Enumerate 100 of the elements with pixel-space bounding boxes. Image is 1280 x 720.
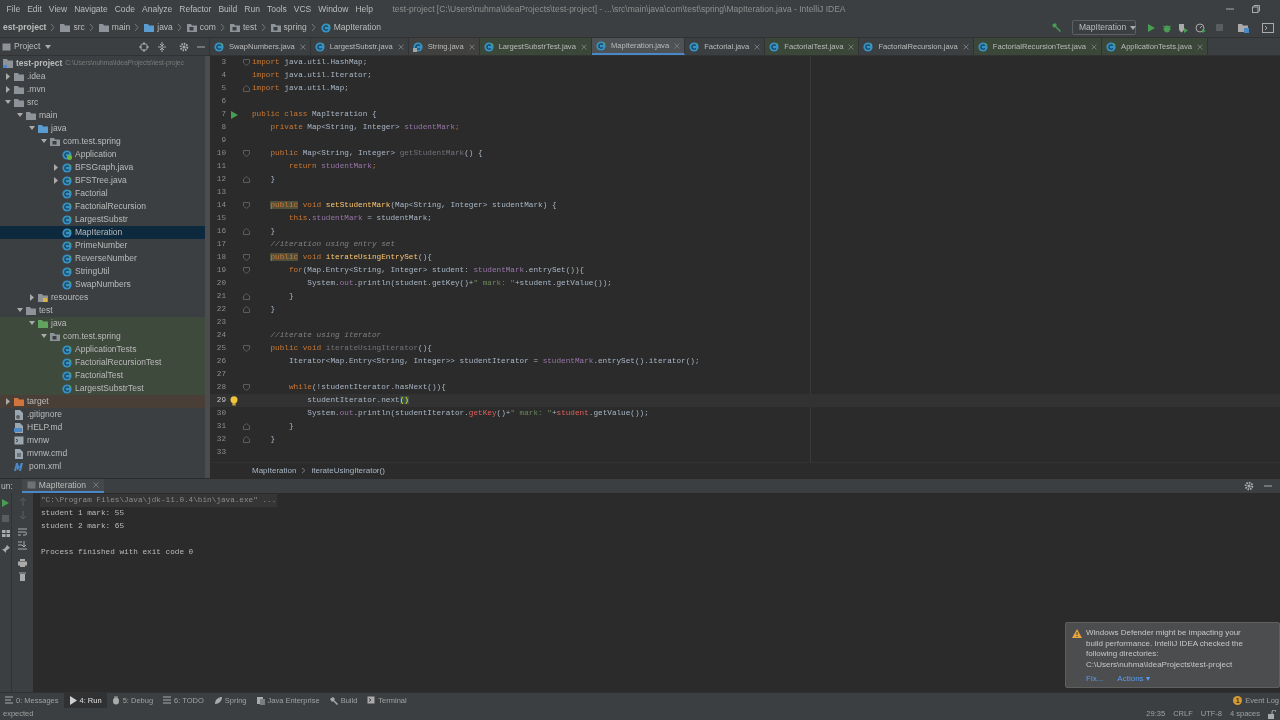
fold-marker-icon[interactable] [243, 306, 250, 313]
fold-marker-icon[interactable] [243, 59, 250, 66]
breadcrumb[interactable]: spring [267, 21, 309, 34]
expanded-arrow-icon[interactable] [16, 307, 26, 314]
minimize-icon[interactable] [1264, 482, 1272, 490]
breadcrumb[interactable]: src [57, 21, 87, 34]
tree-item[interactable]: Application [0, 148, 205, 161]
tree-item[interactable]: StringUtil [0, 265, 205, 278]
tree-item[interactable]: resources [0, 291, 205, 304]
fold-marker-icon[interactable] [243, 85, 250, 92]
menu-item[interactable]: Tools [263, 2, 291, 16]
tree-item[interactable]: mvnw.cmd [0, 447, 205, 460]
breadcrumb[interactable]: com [183, 21, 218, 34]
fold-marker-icon[interactable] [243, 202, 250, 209]
menu-item[interactable]: Help [351, 2, 377, 16]
fold-marker-icon[interactable] [243, 267, 250, 274]
notification-link[interactable]: Actions ▾ [1117, 674, 1150, 685]
tree-item[interactable]: ReverseNumber [0, 252, 205, 265]
crosshair-icon[interactable] [139, 41, 149, 52]
tree-item[interactable]: BFSTree.java [0, 174, 205, 187]
pin-icon[interactable] [1, 545, 10, 553]
hammer-icon[interactable] [1051, 22, 1062, 33]
tree-item[interactable]: MapIteration [0, 226, 205, 239]
tree-item[interactable]: test [0, 304, 205, 317]
tree-item[interactable]: LargestSubstrTest [0, 382, 205, 395]
breadcrumb[interactable]: est-project [0, 21, 49, 34]
tree-item[interactable]: target [0, 395, 205, 408]
tree-item[interactable]: java [0, 317, 205, 330]
tree-item[interactable]: pom.xml [0, 460, 205, 473]
minimize-icon[interactable] [1226, 5, 1234, 13]
expanded-arrow-icon[interactable] [40, 138, 50, 145]
expanded-arrow-icon[interactable] [4, 99, 14, 106]
close-icon[interactable] [93, 482, 100, 488]
close-icon[interactable] [397, 43, 404, 50]
expanded-arrow-icon[interactable] [16, 112, 26, 119]
breadcrumb[interactable]: java [141, 21, 175, 34]
tree-item[interactable]: FactorialRecursionTest [0, 356, 205, 369]
tree-item[interactable]: ApplicationTests [0, 343, 205, 356]
lightbulb-icon[interactable] [230, 395, 238, 406]
tree-item[interactable]: LargestSubstr [0, 213, 205, 226]
run-icon[interactable] [2, 499, 9, 507]
close-icon[interactable] [754, 43, 761, 50]
close-icon[interactable] [299, 43, 306, 50]
tree-item[interactable]: .idea [0, 70, 205, 83]
run-icon[interactable] [230, 110, 238, 119]
gauge-icon[interactable] [1195, 22, 1206, 33]
close-icon[interactable] [580, 43, 587, 50]
close-icon[interactable] [1197, 43, 1203, 50]
breadcrumb[interactable]: test [226, 21, 259, 34]
tree-item[interactable]: src [0, 96, 205, 109]
menu-item[interactable]: Window [314, 2, 352, 16]
expanded-arrow-icon[interactable] [28, 125, 38, 132]
shield-run-icon[interactable] [1178, 22, 1189, 33]
fold-marker-icon[interactable] [243, 423, 250, 430]
trash-icon[interactable] [19, 572, 26, 581]
up-arrow-icon[interactable] [18, 497, 27, 506]
menu-item[interactable]: Refactor [175, 2, 215, 16]
tree-item[interactable]: .mvn [0, 83, 205, 96]
menu-item[interactable]: Run [240, 2, 264, 16]
breadcrumb[interactable]: main [95, 21, 133, 34]
tree-item[interactable]: .gitignore [0, 408, 205, 421]
folder-grid-icon[interactable] [1238, 22, 1250, 33]
menu-item[interactable]: Edit [23, 2, 46, 16]
restore-icon[interactable] [1252, 5, 1260, 13]
tree-item[interactable]: com.test.spring [0, 330, 205, 343]
run-icon[interactable] [1146, 22, 1156, 33]
close-icon[interactable] [962, 43, 969, 50]
tree-item[interactable]: mvnw [0, 434, 205, 447]
close-icon[interactable] [848, 43, 855, 50]
tree-item[interactable]: Factorial [0, 187, 205, 200]
fold-marker-icon[interactable] [243, 254, 250, 261]
menu-item[interactable]: VCS [290, 2, 315, 16]
fold-marker-icon[interactable] [243, 228, 250, 235]
fold-marker-icon[interactable] [243, 345, 250, 352]
settings-icon[interactable] [1244, 481, 1254, 491]
menu-item[interactable]: View [45, 2, 71, 16]
tree-item[interactable]: PrimeNumber [0, 239, 205, 252]
tree-item[interactable]: FactorialTest [0, 369, 205, 382]
stop-icon[interactable] [1215, 23, 1224, 32]
layout-icon[interactable] [1, 530, 10, 537]
menu-item[interactable]: File [3, 2, 24, 16]
fold-marker-icon[interactable] [243, 150, 250, 157]
fold-marker-icon[interactable] [243, 176, 250, 183]
expanded-arrow-icon[interactable] [28, 320, 38, 327]
tree-item[interactable]: FactorialRecursion [0, 200, 205, 213]
menu-item[interactable]: Build [214, 2, 241, 16]
settings-icon[interactable] [179, 41, 189, 52]
close-icon[interactable] [468, 43, 475, 50]
tree-item[interactable]: java [0, 122, 205, 135]
tree-item[interactable]: main [0, 109, 205, 122]
breadcrumb[interactable]: MapIteration [317, 21, 383, 34]
scroll-to-end-icon[interactable] [18, 541, 27, 550]
menu-item[interactable]: Navigate [70, 2, 112, 16]
down-arrow-icon[interactable] [18, 511, 27, 520]
menu-item[interactable]: Code [111, 2, 139, 16]
run-configuration-dropdown[interactable]: MapIteration [1072, 20, 1136, 35]
expanded-arrow-icon[interactable] [40, 333, 50, 340]
soft-wrap-icon[interactable] [18, 528, 27, 536]
window-icon[interactable] [1262, 22, 1274, 33]
collapse-icon[interactable] [157, 41, 167, 52]
